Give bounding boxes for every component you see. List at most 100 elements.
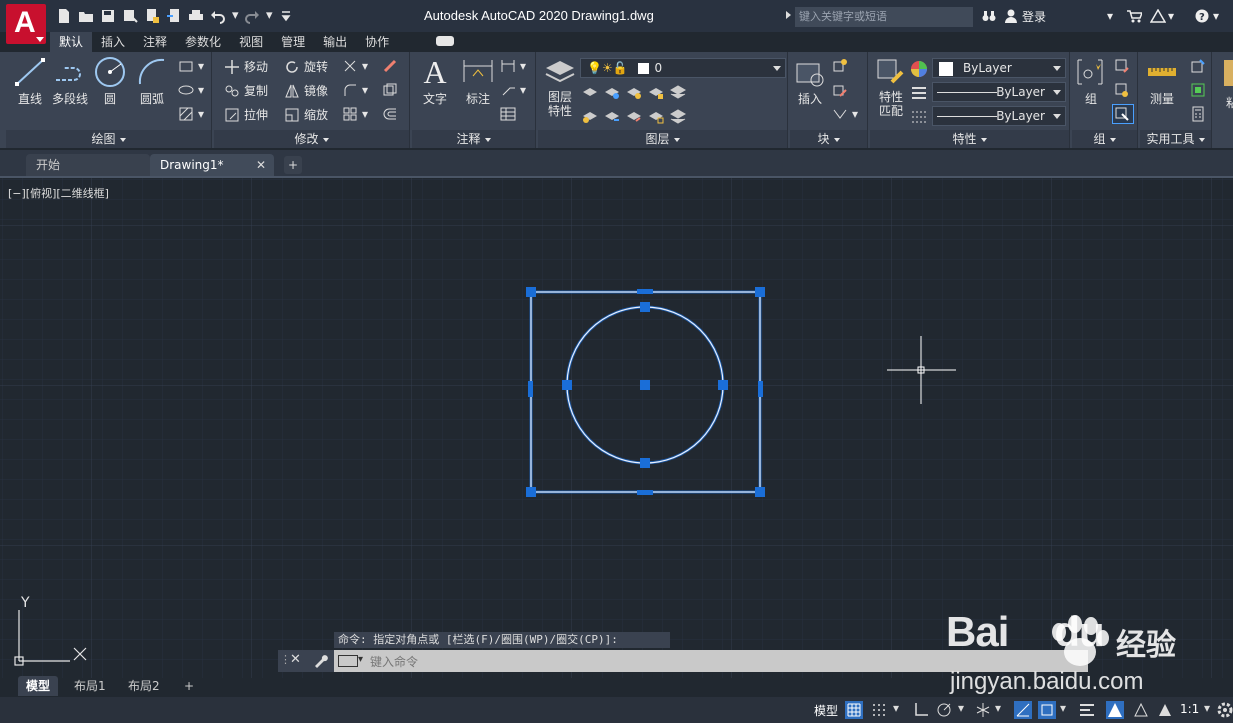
tab-model[interactable]: 模型 <box>18 676 59 696</box>
isometric-icon[interactable] <box>974 701 992 719</box>
customize-qat-icon[interactable] <box>278 8 294 24</box>
tab-drawing1[interactable]: Drawing1* ✕ <box>150 154 274 176</box>
redo-icon[interactable] <box>244 8 260 24</box>
grip-circle-top[interactable] <box>640 302 650 312</box>
redo-dropdown-icon[interactable]: ▾ <box>266 8 273 24</box>
viewport-controls[interactable]: [−][俯视][二维线框] <box>8 185 109 201</box>
lineweight-toggle-icon[interactable] <box>1078 701 1096 719</box>
lineweight-icon[interactable] <box>910 108 928 126</box>
layer-properties-button[interactable]: 图层 特性 <box>540 56 580 118</box>
layers-panel-title[interactable]: 图层 <box>538 130 787 148</box>
grip-rect-corner-tr[interactable] <box>755 287 765 297</box>
expand-search-icon[interactable] <box>786 11 791 19</box>
annotation-visibility-icon[interactable] <box>1106 701 1124 719</box>
layer-isolate-icon[interactable] <box>604 84 620 100</box>
layer-state-icon[interactable] <box>670 84 686 100</box>
search-input[interactable]: 键入关键字或短语 <box>795 7 973 27</box>
group-button[interactable]: 组 <box>1074 56 1108 107</box>
draw-panel-title[interactable]: 绘图 <box>6 130 211 148</box>
snap-icon[interactable] <box>870 701 888 719</box>
tab-start[interactable]: 开始 <box>26 154 150 176</box>
arc-button[interactable]: 圆弧 <box>132 56 172 107</box>
leader-button[interactable]: ▾ <box>500 82 526 98</box>
offset-button[interactable] <box>382 106 402 122</box>
command-prompt-icon[interactable] <box>338 655 358 667</box>
autodesk-app-icon[interactable] <box>1149 8 1167 26</box>
properties-panel-title[interactable]: 特性 <box>870 130 1069 148</box>
ungroup-button[interactable] <box>1114 58 1134 74</box>
layer-dropdown[interactable]: 💡☀🔓 0 <box>580 58 786 78</box>
calculator-button[interactable] <box>1190 106 1210 122</box>
modify-panel-title[interactable]: 修改 <box>214 130 409 148</box>
layer-off-icon[interactable] <box>582 84 598 100</box>
text-button[interactable]: A 文字 <box>418 56 452 107</box>
signin-dropdown-icon[interactable]: ▾ <box>1107 9 1113 23</box>
undo-icon[interactable] <box>210 8 226 24</box>
color-dropdown[interactable]: ByLayer <box>932 58 1066 78</box>
dimension-button[interactable]: 标注 <box>458 56 498 107</box>
rectangle-button[interactable]: ▾ <box>178 58 204 74</box>
linear-dim-button[interactable]: ▾ <box>500 58 526 74</box>
scale-button[interactable]: 缩放 <box>284 106 328 123</box>
cart-icon[interactable] <box>1126 9 1144 26</box>
object-snap-icon[interactable] <box>1038 701 1056 719</box>
tab-layout2[interactable]: 布局2 <box>120 676 168 696</box>
fillet-button[interactable]: ▾ <box>342 82 368 98</box>
polar-tracking-icon[interactable] <box>935 701 953 719</box>
chevron-down-icon[interactable]: ▾ <box>358 654 363 665</box>
annotation-panel-title[interactable]: 注释 <box>412 130 535 148</box>
move-button[interactable]: 移动 <box>224 58 268 75</box>
lineweight-dropdown[interactable]: ByLayer <box>932 106 1066 126</box>
edit-block-button[interactable] <box>832 82 852 98</box>
block-panel-title[interactable]: 块 <box>790 130 867 148</box>
mirror-button[interactable]: 镜像 <box>284 82 328 99</box>
share-icon[interactable] <box>166 8 182 24</box>
linetype-icon[interactable] <box>910 84 928 102</box>
new-tab-button[interactable]: + <box>284 156 302 174</box>
grip-rect-corner-bl[interactable] <box>526 487 536 497</box>
app-dropdown-icon[interactable]: ▾ <box>1168 9 1174 23</box>
close-icon[interactable]: ✕ <box>290 652 301 667</box>
layer-lock-icon[interactable] <box>648 84 664 100</box>
rotate-button[interactable]: 旋转 <box>284 58 328 75</box>
tab-manage[interactable]: 管理 <box>272 32 314 52</box>
tab-layout1[interactable]: 布局1 <box>66 676 114 696</box>
sign-in-link[interactable]: 登录 <box>1022 8 1046 25</box>
ellipse-button[interactable]: ▾ <box>178 82 204 98</box>
linetype-dropdown[interactable]: ByLayer <box>932 82 1066 102</box>
tab-default[interactable]: 默认 <box>50 32 93 52</box>
grip-circle-bottom[interactable] <box>640 458 650 468</box>
stretch-button[interactable]: 拉伸 <box>224 106 268 123</box>
new-file-icon[interactable] <box>56 8 72 24</box>
color-wheel-icon[interactable] <box>910 60 928 78</box>
groups-panel-title[interactable]: 组 <box>1072 130 1137 148</box>
array-button[interactable]: ▾ <box>342 106 368 122</box>
tab-annotate[interactable]: 注释 <box>134 32 176 52</box>
tab-view[interactable]: 视图 <box>230 32 272 52</box>
create-block-button[interactable] <box>832 58 852 74</box>
model-space-toggle[interactable]: 模型 <box>814 702 838 719</box>
measure-button[interactable]: 测量 <box>1144 56 1180 107</box>
isometric-dropdown-icon[interactable]: ▾ <box>995 701 1013 719</box>
insert-block-button[interactable]: 插入 <box>792 56 828 107</box>
match-layer-icon[interactable] <box>604 108 620 124</box>
ortho-icon[interactable] <box>912 701 930 719</box>
paste-icon[interactable] <box>1224 60 1233 86</box>
tab-output[interactable]: 输出 <box>314 32 356 52</box>
edit-attributes-button[interactable]: ▾ <box>832 106 858 122</box>
tab-parametric[interactable]: 参数化 <box>176 32 230 52</box>
tab-insert[interactable]: 插入 <box>92 32 134 52</box>
group-edit-button[interactable] <box>1114 82 1134 98</box>
grip-rect-corner-tl[interactable] <box>526 287 536 297</box>
annotation-scale-value[interactable]: 1:1 <box>1180 702 1199 716</box>
help-dropdown-icon[interactable]: ▾ <box>1213 9 1219 23</box>
layer-walk-icon[interactable] <box>670 108 686 124</box>
layer-unlock-icon[interactable] <box>648 108 664 124</box>
osnap-dropdown-icon[interactable]: ▾ <box>1060 701 1078 719</box>
grip-rect-mid-right[interactable] <box>758 381 763 397</box>
gear-icon[interactable] <box>1216 701 1233 719</box>
object-snap-tracking-icon[interactable] <box>1014 701 1032 719</box>
erase-button[interactable] <box>382 58 402 74</box>
hatch-button[interactable]: ▾ <box>178 106 204 122</box>
circle-button[interactable]: 圆 <box>90 56 130 107</box>
